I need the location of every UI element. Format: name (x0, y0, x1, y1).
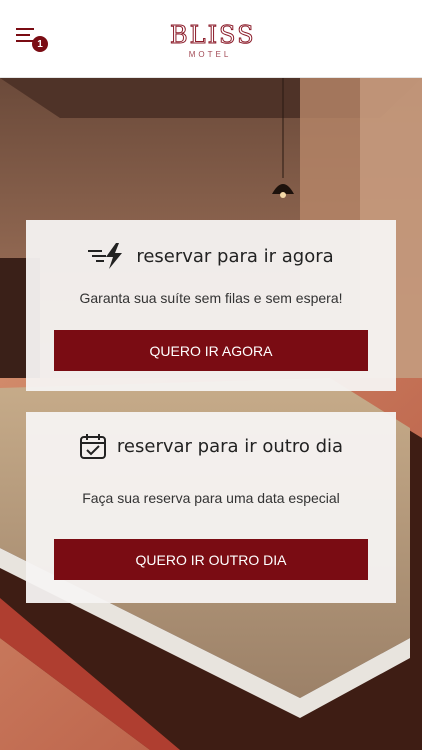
card-title-row: reservar para ir outro dia (26, 432, 396, 460)
reserve-later-button[interactable]: QUERO IR OUTRO DIA (54, 539, 368, 580)
logo-subtitle: MOTEL (188, 50, 232, 59)
notification-badge: 1 (32, 36, 48, 52)
reserve-now-card: reservar para ir agora Garanta sua suíte… (26, 220, 396, 391)
card-title: reservar para ir agora (136, 245, 334, 267)
logo-word: BLISS (170, 21, 256, 49)
menu-button[interactable]: 1 (16, 28, 50, 54)
reserve-now-button[interactable]: QUERO IR AGORA (54, 330, 368, 371)
reserve-later-card: reservar para ir outro dia Faça sua rese… (26, 412, 396, 603)
card-title: reservar para ir outro dia (116, 435, 344, 457)
logo: BLISS MOTEL (170, 21, 256, 62)
calendar-check-icon (79, 434, 106, 459)
card-title-row: reservar para ir agora (26, 242, 396, 270)
card-description: Faça sua reserva para uma data especial (82, 490, 340, 506)
card-description: Garanta sua suíte sem filas e sem espera… (79, 290, 343, 306)
app-header: 1 BLISS MOTEL (0, 0, 422, 78)
fast-lightning-icon (88, 243, 123, 269)
